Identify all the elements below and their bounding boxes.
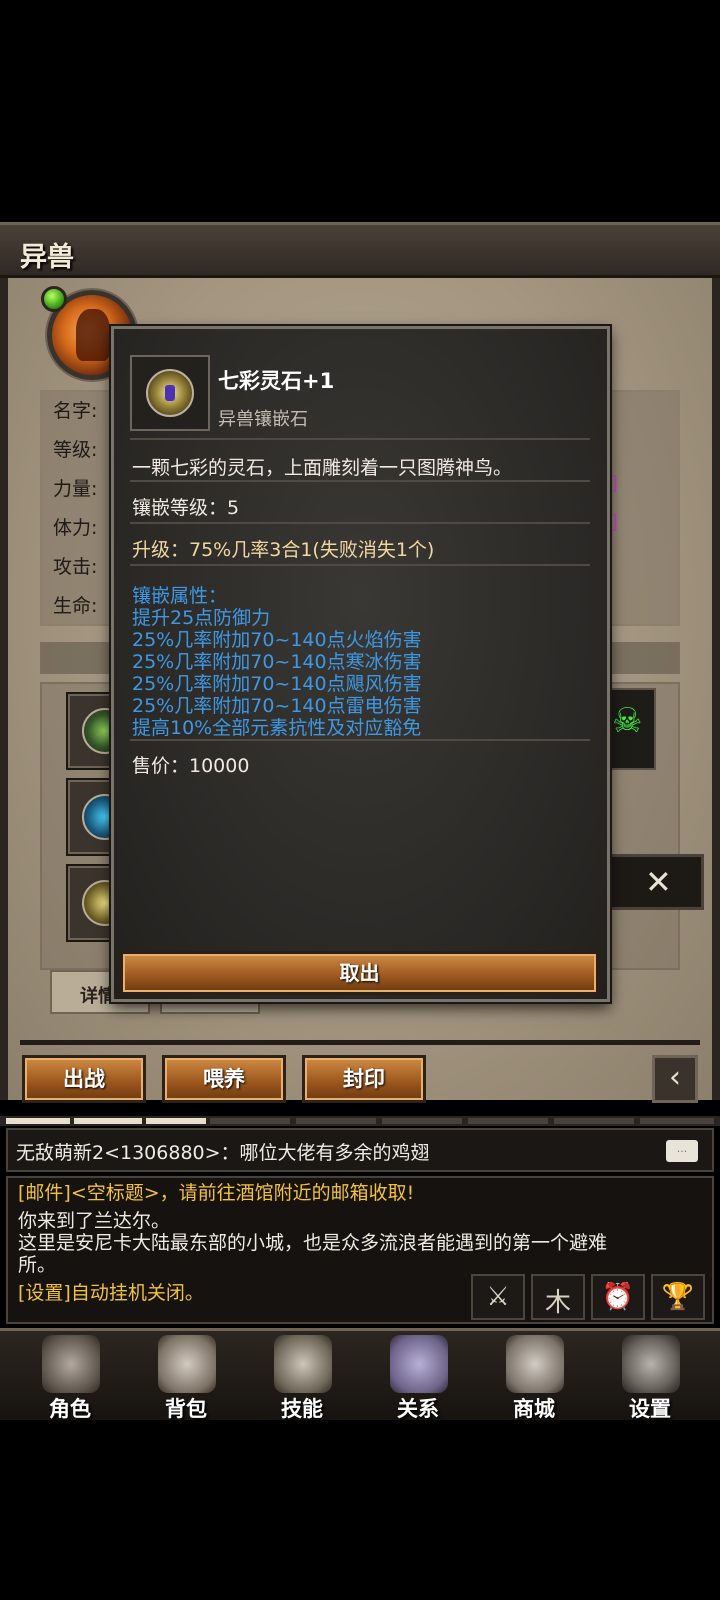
divider xyxy=(20,1040,700,1045)
nav-item-backpack[interactable]: 背包 xyxy=(128,1331,244,1423)
game-screen: 异兽 名字: 等级: 力量: 体力: 攻击: 生命: A] A] ☠ ✕ 详情 xyxy=(0,0,720,1600)
progress-segment xyxy=(146,1118,206,1124)
green-skull-icon: ☠ xyxy=(612,701,643,741)
world-chat-message: 无敌萌新2<1306880>：哪位大佬有多余的鸡翅 xyxy=(16,1142,430,1164)
progress-segment xyxy=(554,1118,634,1124)
close-icon: ✕ xyxy=(645,863,672,901)
progress-segment xyxy=(296,1118,376,1124)
helmet-icon xyxy=(42,1335,100,1393)
auto-battle-button[interactable]: ⚔ xyxy=(471,1274,525,1320)
header-bar: 异兽 xyxy=(0,222,720,278)
item-description: 一颗七彩的灵石，上面雕刻着一只图腾神鸟。 xyxy=(132,457,513,479)
progress-segment xyxy=(210,1118,290,1124)
clock-button[interactable]: ⏰ xyxy=(591,1274,645,1320)
stat-level-label: 等级: xyxy=(53,439,98,461)
chat-bubble-icon[interactable]: ... xyxy=(666,1140,698,1162)
item-name: 七彩灵石+1 xyxy=(218,369,335,393)
attr-line: 提高10%全部元素抗性及对应豁免 xyxy=(132,717,422,739)
shop-chest-icon xyxy=(506,1335,564,1393)
take-out-button[interactable]: 取出 xyxy=(120,951,599,995)
chat-line-desc-cont: 所。 xyxy=(18,1254,57,1276)
seal-button[interactable]: 封印 xyxy=(302,1055,426,1103)
nav-item-shop[interactable]: 商城 xyxy=(476,1331,592,1423)
divider xyxy=(130,739,590,741)
chat-line-desc: 这里是安尼卡大陆最东部的小城，也是众多流浪者能遇到的第一个避难 xyxy=(18,1232,608,1254)
feed-button[interactable]: 喂养 xyxy=(162,1055,286,1103)
divider xyxy=(130,438,590,440)
attr-line: 25%几率附加70~140点寒冰伤害 xyxy=(132,651,422,673)
nav-label: 设置 xyxy=(629,1397,671,1421)
settings-gear-icon xyxy=(622,1335,680,1393)
page-progress xyxy=(0,1116,720,1126)
nav-label: 技能 xyxy=(281,1397,323,1421)
item-tooltip-popup: 七彩灵石+1 异兽镶嵌石 一颗七彩的灵石，上面雕刻着一只图腾神鸟。 镶嵌等级：5… xyxy=(111,326,610,1002)
sell-price: 售价：10000 xyxy=(132,755,250,777)
attr-line: 25%几率附加70~140点雷电伤害 xyxy=(132,695,422,717)
chevron-left-icon: ‹ xyxy=(669,1060,681,1095)
attr-title: 镶嵌属性： xyxy=(132,585,228,607)
poison-gem-slot[interactable]: ☠ xyxy=(604,688,656,770)
attr-line: 25%几率附加70~140点火焰伤害 xyxy=(132,629,422,651)
inlay-level: 镶嵌等级：5 xyxy=(132,497,240,519)
attr-line: 25%几率附加70~140点飓风伤害 xyxy=(132,673,422,695)
progress-segment xyxy=(74,1118,142,1124)
chat-line-settings: [设置]自动挂机关闭。 xyxy=(18,1282,204,1304)
nav-item-relations[interactable]: 关系 xyxy=(360,1331,476,1423)
progress-segment xyxy=(468,1118,548,1124)
nav-label: 商城 xyxy=(513,1397,555,1421)
skill-book-icon xyxy=(274,1335,332,1393)
backpack-icon xyxy=(158,1335,216,1393)
stat-strength-label: 力量: xyxy=(53,478,98,500)
nav-label: 角色 xyxy=(49,1397,91,1421)
inlay-attributes: 镶嵌属性： 提升25点防御力 25%几率附加70~140点火焰伤害 25%几率附… xyxy=(132,585,422,739)
progress-segment xyxy=(382,1118,462,1124)
progress-segment xyxy=(6,1118,70,1124)
stat-name-label: 名字: xyxy=(53,400,98,422)
divider xyxy=(130,522,590,524)
divider xyxy=(130,480,590,482)
item-icon-frame xyxy=(130,355,210,431)
chat-line-mail: [邮件]<空标题>，请前往酒馆附近的邮箱收取! xyxy=(18,1182,415,1204)
nav-item-skills[interactable]: 技能 xyxy=(244,1331,360,1423)
stat-attack-label: 攻击: xyxy=(53,556,98,578)
trophy-icon: 🏆 xyxy=(661,1282,695,1312)
rainbow-spirit-stone-icon xyxy=(146,369,194,417)
bottom-nav: 角色 背包 技能 关系 商城 设置 xyxy=(0,1328,720,1423)
attr-line: 提升25点防御力 xyxy=(132,607,271,629)
world-chat-bar[interactable]: 无敌萌新2<1306880>：哪位大佬有多余的鸡翅 ... xyxy=(6,1128,714,1172)
deploy-button[interactable]: 出战 xyxy=(22,1055,146,1103)
tree-button[interactable]: 木 xyxy=(531,1274,585,1320)
page-title: 异兽 xyxy=(20,242,74,273)
item-type: 异兽镶嵌石 xyxy=(218,409,308,430)
crossed-swords-icon: ⚔ xyxy=(486,1282,510,1312)
close-button[interactable]: ✕ xyxy=(604,854,704,910)
chat-line-arrival: 你来到了兰达尔。 xyxy=(18,1210,171,1232)
nav-item-settings[interactable]: 设置 xyxy=(592,1331,708,1423)
nav-label: 背包 xyxy=(165,1397,207,1421)
progress-segment xyxy=(640,1118,714,1124)
tree-icon: 木 xyxy=(544,1288,571,1318)
status-indicator-icon xyxy=(41,286,67,312)
nav-item-character[interactable]: 角色 xyxy=(12,1331,128,1423)
stat-hp-label: 生命: xyxy=(53,595,98,617)
trophy-button[interactable]: 🏆 xyxy=(651,1274,705,1320)
stat-stamina-label: 体力: xyxy=(53,517,98,539)
upgrade-info: 升级：75%几率3合1(失败消失1个) xyxy=(132,539,435,561)
nav-label: 关系 xyxy=(397,1397,439,1421)
handshake-icon xyxy=(390,1335,448,1393)
back-button[interactable]: ‹ xyxy=(652,1055,698,1103)
beast-figure-icon xyxy=(76,309,110,361)
divider xyxy=(130,564,590,566)
alarm-clock-icon: ⏰ xyxy=(601,1282,635,1312)
